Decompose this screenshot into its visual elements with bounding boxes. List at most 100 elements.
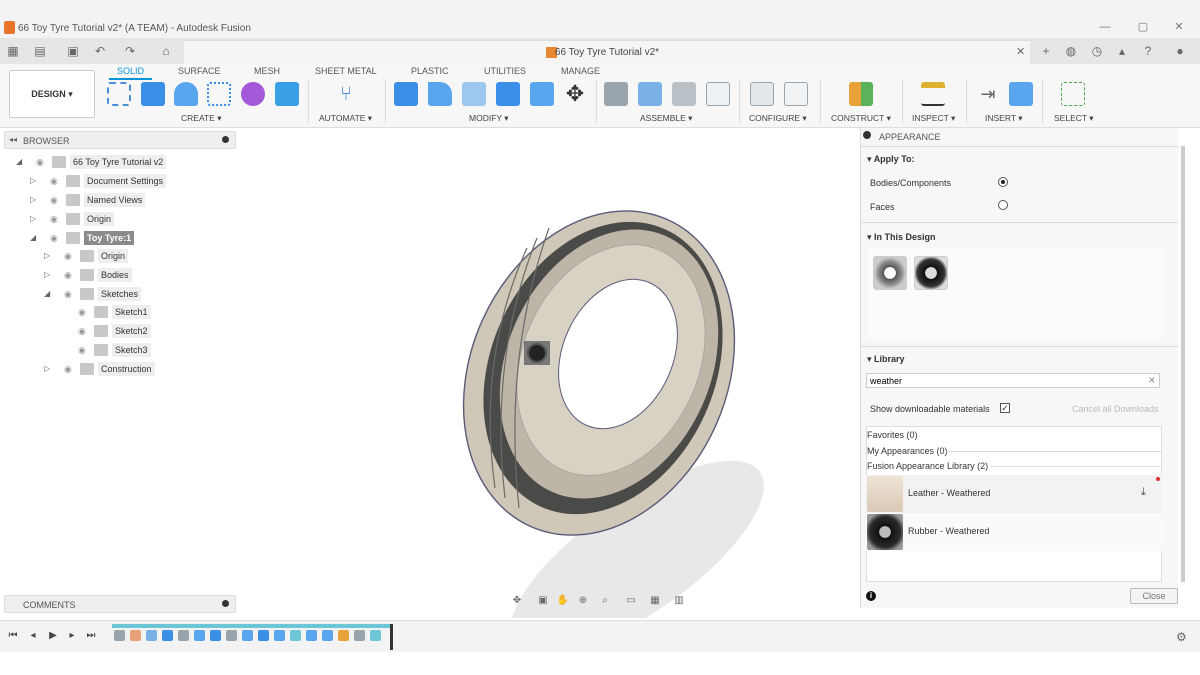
design-swatch-metal[interactable] bbox=[873, 256, 907, 290]
sweep-icon[interactable] bbox=[207, 82, 231, 106]
chamfer-icon[interactable] bbox=[462, 82, 486, 106]
user-avatar-icon[interactable]: ● bbox=[1172, 43, 1188, 59]
timeline-feature-icon[interactable] bbox=[322, 630, 333, 641]
visibility-eye-icon[interactable]: ◉ bbox=[64, 365, 76, 374]
redo-icon[interactable]: ↷ bbox=[122, 43, 138, 59]
save-icon[interactable]: ▣ bbox=[65, 43, 81, 59]
joint-origin-icon[interactable] bbox=[706, 82, 730, 106]
minimize-icon[interactable]: — bbox=[1098, 20, 1112, 34]
measure-icon[interactable] bbox=[921, 82, 945, 106]
fit-icon[interactable]: ⌕ bbox=[598, 594, 612, 608]
timeline-feature-icon[interactable] bbox=[274, 630, 285, 641]
file-icon[interactable]: ▤ bbox=[32, 43, 48, 59]
viewports-icon[interactable]: ▥ bbox=[672, 594, 686, 608]
timeline-feature-icon[interactable] bbox=[290, 630, 301, 641]
inspect-menu[interactable]: INSPECT ▾ bbox=[912, 113, 955, 124]
pin-icon[interactable] bbox=[222, 136, 229, 143]
visibility-eye-icon[interactable]: ◉ bbox=[78, 346, 90, 355]
browser-node[interactable]: ▷ ◉ Origin bbox=[0, 211, 236, 227]
timeline-feature-icon[interactable] bbox=[194, 630, 205, 641]
revolve-icon[interactable] bbox=[174, 82, 198, 106]
step-forward-icon[interactable]: ▸ bbox=[66, 630, 78, 642]
insert-menu[interactable]: INSERT ▾ bbox=[985, 113, 1023, 124]
expand-arrow-icon[interactable]: ◢ bbox=[30, 230, 40, 246]
create-sketch-icon[interactable] bbox=[107, 82, 131, 106]
visibility-eye-icon[interactable]: ◉ bbox=[64, 290, 76, 299]
go-to-start-icon[interactable]: ⏮ bbox=[7, 630, 19, 642]
timeline-feature-icon[interactable] bbox=[178, 630, 189, 641]
timeline-feature-icon[interactable] bbox=[306, 630, 317, 641]
workspace-switcher-button[interactable]: DESIGN ▾ bbox=[9, 70, 95, 118]
look-at-icon[interactable]: ▣ bbox=[536, 594, 550, 608]
automate-icon[interactable]: ⑂ bbox=[334, 82, 358, 106]
visibility-eye-icon[interactable]: ◉ bbox=[50, 215, 62, 224]
close-button[interactable]: Close bbox=[1130, 588, 1178, 604]
job-status-icon[interactable]: ◷ bbox=[1089, 43, 1105, 59]
tab-manage[interactable]: MANAGE bbox=[561, 66, 600, 76]
display-settings-icon[interactable]: ▭ bbox=[624, 594, 638, 608]
timeline-feature-icon[interactable] bbox=[146, 630, 157, 641]
comments-pin-icon[interactable] bbox=[222, 600, 229, 607]
modify-menu[interactable]: MODIFY ▾ bbox=[469, 113, 509, 124]
form-icon[interactable] bbox=[241, 82, 265, 106]
tab-solid[interactable]: SOLID bbox=[109, 66, 153, 80]
notifications-bell-icon[interactable]: ▴ bbox=[1114, 43, 1130, 59]
timeline-feature-icon[interactable] bbox=[114, 630, 125, 641]
grid-icon[interactable]: ▦ bbox=[648, 594, 662, 608]
insert-derive-icon[interactable]: ⇥ bbox=[976, 82, 1000, 106]
tab-plastic[interactable]: PLASTIC bbox=[411, 66, 449, 76]
viewport-canvas[interactable] bbox=[237, 128, 859, 618]
new-component-icon[interactable] bbox=[604, 82, 628, 106]
apps-grid-icon[interactable]: ▦ bbox=[5, 43, 21, 59]
help-icon[interactable]: ? bbox=[1140, 43, 1156, 59]
design-swatch-rubber[interactable] bbox=[914, 256, 948, 290]
timeline-feature-icon[interactable] bbox=[210, 630, 221, 641]
browser-node[interactable]: ▷ ◉ Construction bbox=[0, 361, 236, 377]
comments-panel[interactable]: COMMENTS bbox=[4, 595, 236, 613]
joint-icon[interactable] bbox=[638, 82, 662, 106]
insert-image-icon[interactable] bbox=[1009, 82, 1033, 106]
expand-arrow-icon[interactable]: ▷ bbox=[30, 173, 40, 189]
zoom-icon[interactable]: ⊕ bbox=[576, 594, 590, 608]
library-item-leather[interactable]: Leather - Weathered ⤓ bbox=[866, 475, 1162, 513]
orbit-icon[interactable]: ✥ bbox=[510, 594, 524, 608]
timeline-feature-icon[interactable] bbox=[226, 630, 237, 641]
timeline-feature-icon[interactable] bbox=[370, 630, 381, 641]
faces-radio[interactable] bbox=[998, 200, 1008, 210]
move-copy-icon[interactable]: ✥ bbox=[563, 82, 587, 106]
expand-arrow-icon[interactable]: ▷ bbox=[44, 248, 54, 264]
home-icon[interactable]: ⌂ bbox=[158, 43, 174, 59]
visibility-eye-icon[interactable]: ◉ bbox=[78, 308, 90, 317]
library-search-input[interactable] bbox=[866, 373, 1160, 388]
browser-node[interactable]: ◉ Sketch3 bbox=[0, 342, 236, 358]
extrude-icon[interactable] bbox=[141, 82, 165, 106]
visibility-eye-icon[interactable]: ◉ bbox=[50, 196, 62, 205]
timeline-feature-icon[interactable] bbox=[354, 630, 365, 641]
pan-icon[interactable]: ✋ bbox=[556, 594, 570, 608]
tab-mesh[interactable]: MESH bbox=[254, 66, 280, 76]
panel-toggle-icon[interactable] bbox=[863, 131, 871, 139]
expand-arrow-icon[interactable]: ◢ bbox=[44, 286, 54, 302]
timeline-feature-icon[interactable] bbox=[258, 630, 269, 641]
in-this-design-section-header[interactable]: ▾ In This Design bbox=[867, 232, 936, 243]
expand-arrow-icon[interactable]: ▷ bbox=[44, 361, 54, 377]
configure-icon[interactable] bbox=[750, 82, 774, 106]
timeline-marker[interactable] bbox=[390, 624, 393, 650]
apply-to-section-header[interactable]: ▾ Apply To: bbox=[867, 154, 915, 165]
timeline-feature-icon[interactable] bbox=[130, 630, 141, 641]
browser-node[interactable]: ▷ ◉ Bodies bbox=[0, 267, 236, 283]
close-icon[interactable]: ✕ bbox=[1172, 20, 1186, 34]
bodies-components-radio[interactable] bbox=[998, 177, 1008, 187]
expand-arrow-icon[interactable]: ▷ bbox=[30, 211, 40, 227]
close-tab-icon[interactable]: ✕ bbox=[1016, 45, 1025, 58]
info-icon[interactable]: i bbox=[866, 591, 876, 601]
clear-search-icon[interactable]: ✕ bbox=[1148, 375, 1156, 386]
offset-plane-icon[interactable] bbox=[849, 82, 873, 106]
go-to-end-icon[interactable]: ⏭ bbox=[85, 630, 97, 642]
expand-arrow-icon[interactable]: ◢ bbox=[16, 154, 26, 170]
visibility-eye-icon[interactable]: ◉ bbox=[50, 177, 62, 186]
tab-surface[interactable]: SURFACE bbox=[178, 66, 221, 76]
favorites-folder[interactable]: Favorites (0) bbox=[867, 430, 918, 440]
download-icon[interactable]: ⤓ bbox=[1141, 486, 1146, 499]
visibility-eye-icon[interactable]: ◉ bbox=[64, 271, 76, 280]
